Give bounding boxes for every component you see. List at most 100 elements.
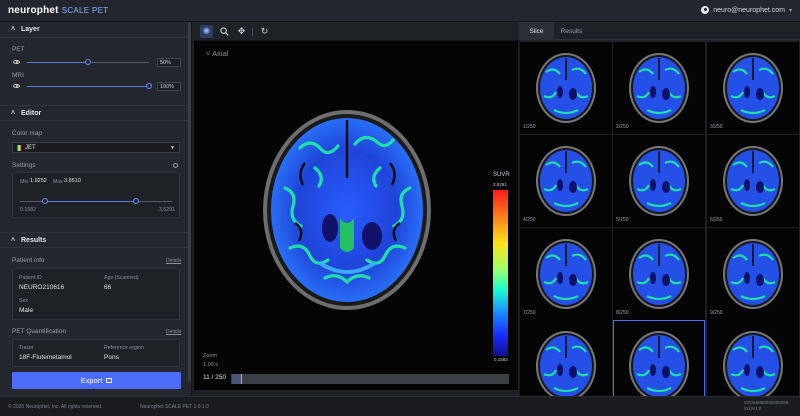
export-button[interactable]: Export <box>12 372 181 389</box>
results-section-header[interactable]: ˄ Results <box>0 232 188 248</box>
view-orientation-label: Axial <box>212 49 229 58</box>
app-header: neurophet SCALE PET neuro@neurophet.com … <box>0 0 800 22</box>
slice-number: 8/250 <box>616 310 629 316</box>
caret-down-icon: ▼ <box>170 145 175 151</box>
device-code-line1: CE0S6860030400098 <box>744 400 789 405</box>
min-value[interactable]: 1.9252 <box>30 178 47 184</box>
slice-slider-handle[interactable] <box>232 374 242 384</box>
pet-label: PET <box>12 46 25 53</box>
chevron-up-icon: ˄ <box>11 109 16 117</box>
mri-visibility-eye-icon[interactable] <box>13 84 20 88</box>
editor-title: Editor <box>21 109 42 117</box>
toolbar-divider <box>252 28 253 36</box>
thumbnail-brain-image <box>536 239 596 309</box>
patient-id-value: NEURO210616 <box>19 284 65 291</box>
slice-number: 2/250 <box>616 124 629 130</box>
mri-slider-fill <box>27 86 149 87</box>
reset-view-icon[interactable]: ↻ <box>258 25 271 38</box>
thumbnail-brain-image <box>723 331 783 401</box>
suvr-colorbar <box>493 190 508 356</box>
brand-name: neurophet <box>8 5 59 16</box>
range-slider-fill <box>45 201 136 202</box>
user-icon <box>701 6 710 14</box>
device-code: CE0S6860030400098 (01)V1.0 <box>744 400 788 412</box>
slice-number: 5/250 <box>616 217 629 223</box>
colormap-select[interactable]: JET ▼ <box>12 142 180 153</box>
user-menu[interactable]: neuro@neurophet.com ▾ <box>701 6 792 14</box>
chevron-up-icon: ˄ <box>11 236 16 244</box>
brand-logo: neurophet SCALE PET <box>8 5 108 16</box>
axial-brain-image <box>263 110 431 310</box>
slice-indicator: 11 / 250 <box>203 374 227 381</box>
settings-label: Settings <box>12 162 36 169</box>
user-email: neuro@neurophet.com <box>713 6 785 14</box>
slice-number: 4/250 <box>523 217 536 223</box>
slice-thumbnail[interactable]: 2/250 <box>613 42 705 134</box>
pet-quant-label: PET Quantification <box>12 328 67 335</box>
slice-thumbnail[interactable]: 7/250 <box>520 228 612 320</box>
left-scrollbar[interactable] <box>188 22 191 382</box>
slice-number: 9/250 <box>710 310 723 316</box>
layer-section-header[interactable]: ˄ Layer <box>0 22 188 38</box>
editor-section-header[interactable]: ˄ Editor <box>0 105 188 121</box>
mri-label: MRI <box>12 72 24 79</box>
chevron-down-icon: ˅ <box>206 49 211 58</box>
slice-thumbnail[interactable]: 4/250 <box>520 135 612 227</box>
tab-results[interactable]: Results <box>554 22 589 40</box>
results-title: Results <box>21 236 47 244</box>
footer: © 2020 Neurophet, Inc. All rights reserv… <box>0 396 800 416</box>
chevron-up-icon: ˄ <box>11 26 16 33</box>
mri-opacity-input[interactable]: 100% <box>157 82 181 91</box>
patient-id-label: Patient ID <box>19 275 42 281</box>
slice-thumbnail[interactable]: 6/250 <box>707 135 799 227</box>
slice-slider-track[interactable] <box>231 374 509 384</box>
tab-slice[interactable]: Slice <box>519 22 554 40</box>
mri-slider-thumb[interactable] <box>146 83 152 89</box>
range-low-label: 0.1582 <box>20 207 36 213</box>
export-label: Export <box>80 376 103 385</box>
slice-thumbnail[interactable]: 8/250 <box>613 228 705 320</box>
slice-thumbnail[interactable]: 1/250 <box>520 42 612 134</box>
slice-number: 3/250 <box>710 124 723 130</box>
slice-number: 6/250 <box>710 217 723 223</box>
slice-thumbnail[interactable]: 3/250 <box>707 42 799 134</box>
tracer-value: 18F-Flutemetamol <box>19 354 72 361</box>
pet-slider-thumb[interactable] <box>85 59 91 65</box>
suvr-title: SUVR <box>493 172 510 178</box>
pet-visibility-eye-icon[interactable] <box>13 60 20 64</box>
patient-details-link[interactable]: Details <box>166 258 181 264</box>
reset-icon[interactable] <box>173 163 178 168</box>
pet-quant-box <box>12 339 180 367</box>
patient-info-label: Patient info <box>12 257 45 264</box>
thumbnail-brain-image <box>629 331 689 401</box>
zoom-value: 1.00 x <box>203 362 218 368</box>
sex-label: Sex <box>19 298 28 304</box>
thumbnail-brain-image <box>723 239 783 309</box>
max-label: Max <box>53 179 63 185</box>
slice-thumbnail[interactable]: 9/250 <box>707 228 799 320</box>
colorbar-max-label: 3.5291 <box>493 182 507 187</box>
range-max-thumb[interactable] <box>133 198 139 204</box>
jet-swatch-icon <box>17 144 21 151</box>
slice-thumbnail[interactable]: 5/250 <box>613 135 705 227</box>
zoom-icon[interactable] <box>218 25 231 38</box>
pan-icon[interactable]: ✥ <box>235 25 248 38</box>
range-high-label: 3.5291 <box>159 207 175 213</box>
colormap-label: Color map <box>12 130 42 137</box>
range-min-thumb[interactable] <box>42 198 48 204</box>
export-icon <box>106 378 113 383</box>
quant-details-link[interactable]: Details <box>166 329 181 335</box>
pet-opacity-input[interactable]: 50% <box>157 58 181 67</box>
viewer-toolbar: ✺ ✥ ↻ <box>194 22 518 41</box>
max-value[interactable]: 3.8510 <box>64 178 81 184</box>
product-name: SCALE PET <box>61 6 109 15</box>
view-orientation[interactable]: ˅ Axial <box>206 49 228 58</box>
thumbnail-brain-image <box>629 146 689 216</box>
thumbnail-brain-image <box>536 146 596 216</box>
thumbnail-brain-image <box>723 146 783 216</box>
layer-title: Layer <box>21 26 40 33</box>
brightness-icon[interactable]: ✺ <box>200 25 213 38</box>
chevron-down-icon: ▾ <box>788 7 792 14</box>
tracer-label: Tracer <box>19 345 34 351</box>
device-code-line2: (01)V1.0 <box>744 406 762 411</box>
